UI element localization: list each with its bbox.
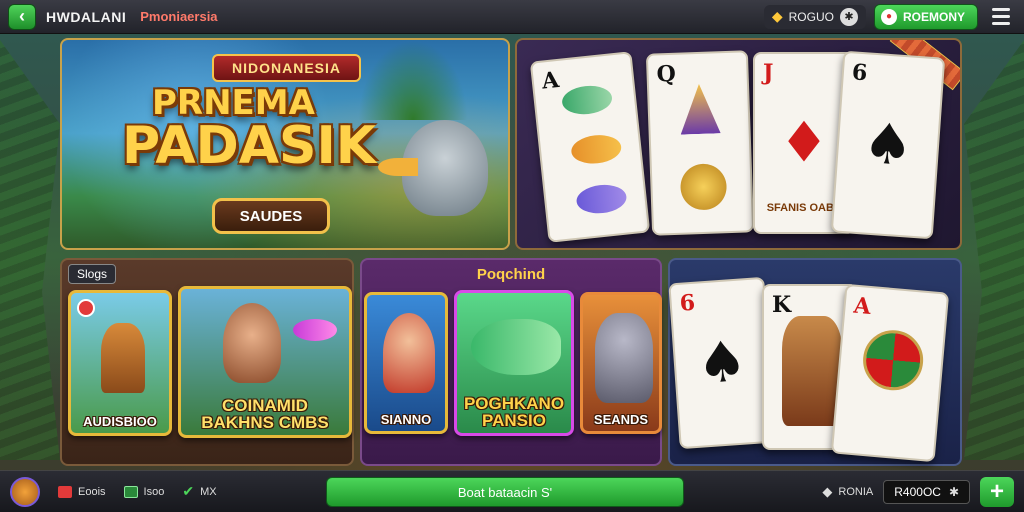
roulette-wheel-icon: [860, 327, 926, 393]
card-suit: ♠: [860, 110, 916, 180]
fishing-panel: Poqchind SIANNO POGHKANO PANSIO SEANDS: [360, 258, 662, 466]
game-tile[interactable]: SIANNO: [364, 292, 448, 434]
fishing-title: Poqchind: [476, 266, 546, 283]
top-bar: ‹ HWDALANI Pmoniaersia ◆ ROGUO ✱ ● ROEMO…: [0, 0, 1024, 34]
add-funds-button[interactable]: +: [980, 476, 1014, 507]
card-rank: K: [772, 292, 792, 318]
gold-coin-icon: [679, 163, 728, 211]
card-suit: ♦: [778, 110, 830, 176]
fish-icon: [293, 319, 337, 341]
tile-caption: AUDISBIOO: [83, 414, 157, 429]
game-tile-featured[interactable]: POGHKANO PANSIO: [454, 290, 574, 436]
game-tile[interactable]: SEANDS: [580, 292, 662, 434]
hamburger-line: [992, 15, 1010, 18]
top-right-controls: ◆ ROGUO ✱ ● ROEMONY: [763, 3, 1016, 30]
hero-tag: NIDONANESIA: [212, 54, 362, 82]
playing-card[interactable]: 6 ♠: [830, 50, 946, 240]
tile-caption-line2: BAKHNS CMBS: [201, 413, 329, 432]
card-rank: J: [763, 60, 774, 86]
playing-card[interactable]: Q: [645, 50, 755, 236]
check-icon: ✔: [182, 483, 195, 499]
bottom-nav-label: Eoois: [78, 485, 106, 498]
menu-button[interactable]: [986, 4, 1016, 30]
card-rank: A: [540, 66, 561, 95]
tile-caption: POGHKANO PANSIO: [457, 395, 571, 429]
bottom-bar: Eoois Isoo ✔ MX Boat bataacin S' ◆ RONIA…: [0, 470, 1024, 512]
tile-caption-line2: PANSIO: [482, 411, 546, 430]
card-rank: 6: [678, 289, 696, 317]
gift-icon: [58, 485, 72, 498]
card-rank: 6: [851, 59, 869, 87]
balance-display: R400OC ✱: [883, 479, 970, 504]
card-rank: A: [852, 292, 872, 321]
coins-label: ROGUO: [788, 9, 834, 24]
fish-icon: [569, 132, 623, 166]
bottom-nav-item[interactable]: Eoois: [58, 485, 106, 498]
balance-label: ROEMONY: [902, 9, 965, 24]
card-rank: Q: [656, 60, 677, 88]
diamond-icon: ◆: [822, 483, 833, 499]
coins-chip[interactable]: ◆ ROGUO ✱: [763, 4, 866, 29]
cards-banner[interactable]: A Q J ♦ SFANIS OABE 6 ♠: [515, 38, 962, 250]
hamburger-line: [992, 8, 1010, 11]
card-games-panel: 6 ♠ K A: [668, 258, 962, 466]
plus-icon: +: [989, 477, 1004, 505]
tile-caption-line1: POGHKANO: [463, 394, 565, 413]
gear-icon[interactable]: ✱: [839, 7, 858, 26]
big-fish-icon: [471, 319, 561, 375]
bottom-nav-item[interactable]: ◆ RONIA: [822, 484, 873, 500]
playing-card[interactable]: A: [529, 51, 651, 243]
slots-panel: Slogs AUDISBIOO COINAMID BAKHNS CMBS: [60, 258, 354, 466]
app-subtitle: Pmoniaersia: [140, 9, 218, 24]
main-play-button[interactable]: Boat bataacin S': [326, 477, 684, 507]
fish-icon: [560, 83, 614, 117]
balance-value: R400OC: [894, 484, 941, 499]
playing-card[interactable]: A: [830, 283, 950, 463]
wizard-icon: [679, 83, 721, 134]
back-button[interactable]: ‹: [8, 3, 36, 30]
hero-play-button[interactable]: SAUDES: [212, 198, 330, 234]
app-title: HWDALANI: [46, 8, 127, 25]
playing-card[interactable]: 6 ♠: [668, 276, 776, 450]
hero-title-line1: PRNEMA: [152, 83, 315, 123]
game-tile[interactable]: AUDISBIOO: [68, 290, 172, 436]
hamburger-line: [992, 22, 1010, 25]
diamond-icon: ◆: [771, 8, 783, 24]
tile-caption: SEANDS: [593, 412, 649, 427]
hot-badge-icon: [77, 299, 95, 317]
cat-icon: [595, 313, 653, 403]
bottom-nav-item[interactable]: Isoo: [123, 485, 165, 498]
ticket-icon: [123, 485, 138, 498]
avatar[interactable]: [10, 476, 40, 507]
toucan-icon: [402, 120, 488, 216]
bottom-nav-label: MX: [200, 485, 217, 498]
bottom-nav-item[interactable]: ✔ MX: [182, 483, 216, 500]
currency-icon: ●: [880, 8, 897, 25]
back-arrow-icon: ‹: [19, 6, 25, 26]
bottom-right-controls: ◆ RONIA R400OC ✱ +: [822, 476, 1014, 507]
slots-label: Slogs: [68, 264, 117, 284]
bottom-nav-label: RONIA: [838, 485, 874, 498]
fisherman-icon: [383, 313, 435, 393]
tile-caption: COINAMID BAKHNS CMBS: [181, 397, 349, 431]
tile-caption-line1: COINAMID: [222, 396, 308, 415]
game-tile-featured[interactable]: COINAMID BAKHNS CMBS: [178, 286, 352, 438]
balance-button[interactable]: ● ROEMONY: [873, 3, 978, 30]
fish-icon: [575, 182, 628, 216]
hero-banner[interactable]: NIDONANESIA PRNEMA PADASIK SAUDES: [60, 38, 510, 250]
adventurer-icon: [101, 323, 145, 393]
tile-caption: SIANNO: [380, 412, 432, 427]
bottom-nav-label: Isoo: [143, 485, 165, 498]
gear-icon[interactable]: ✱: [949, 485, 959, 499]
explorer-icon: [223, 303, 281, 383]
card-suit: ♠: [694, 328, 750, 398]
queen-portrait-icon: [782, 316, 842, 426]
